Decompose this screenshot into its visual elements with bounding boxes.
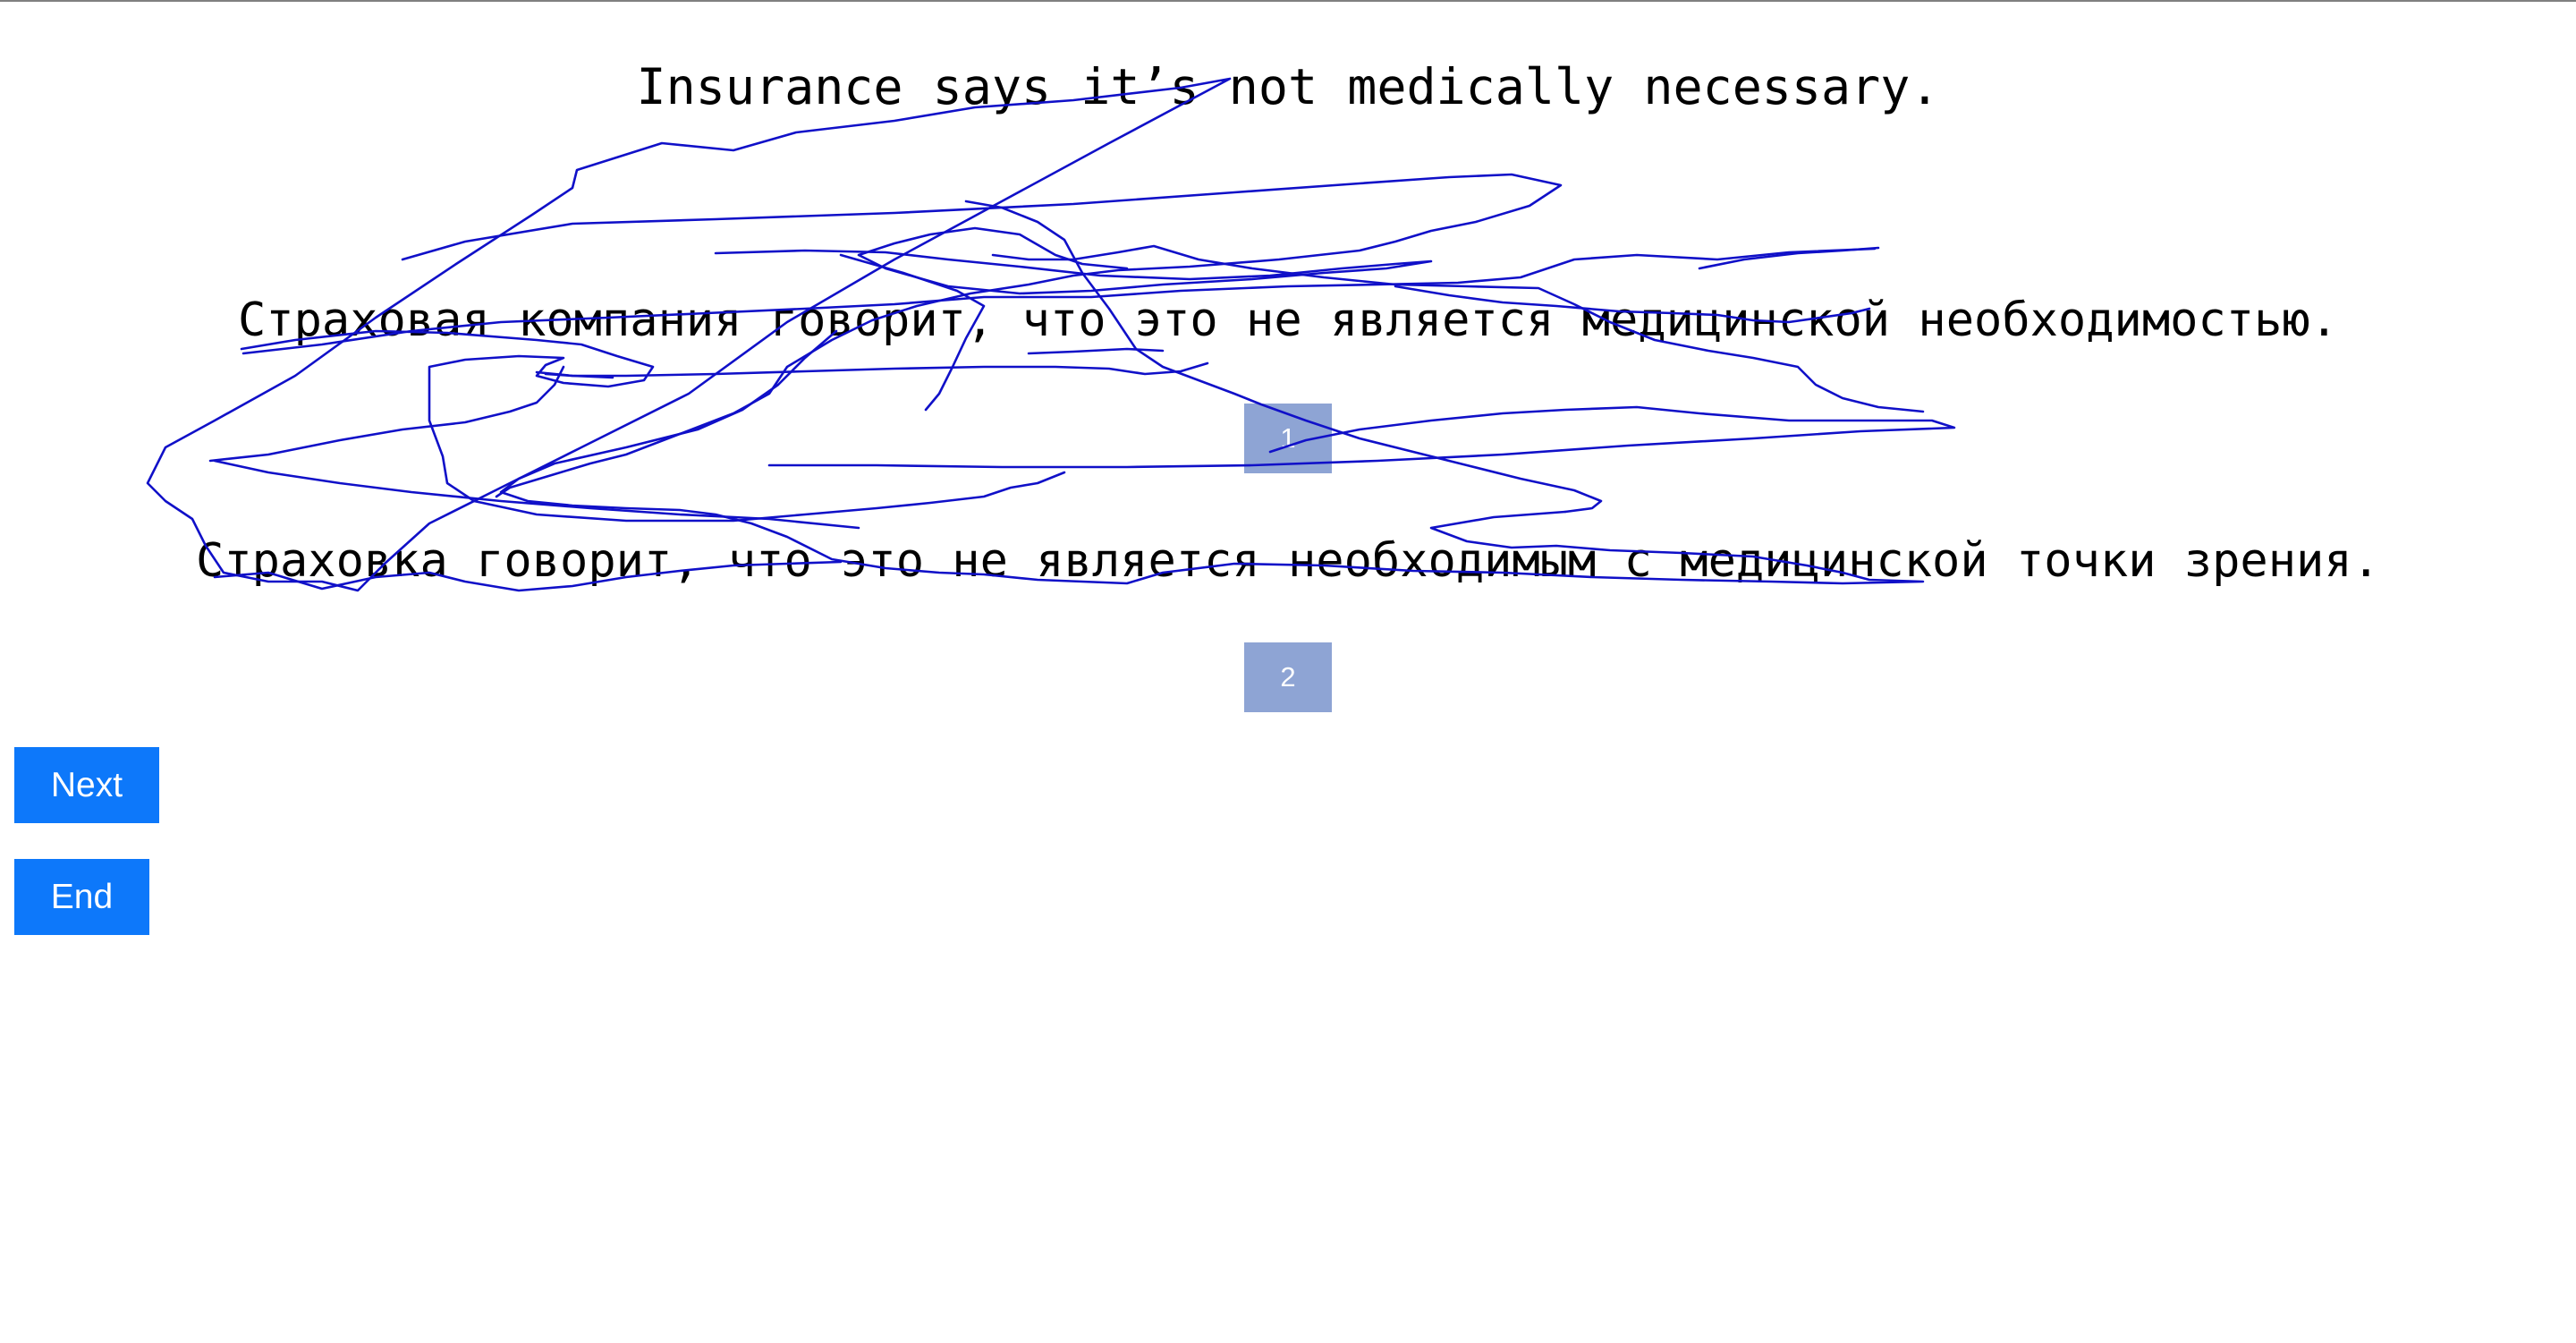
choice-button-2[interactable]: 2 xyxy=(1244,642,1332,712)
scribble-stroke xyxy=(714,226,1433,295)
choice-button-1[interactable]: 1 xyxy=(1244,404,1332,473)
end-button[interactable]: End xyxy=(14,859,149,935)
translation-option-2: Страховка говорит, что это не является н… xyxy=(196,534,2380,588)
scribble-stroke xyxy=(767,405,1956,469)
translation-option-1: Страховая компания говорит, что это не я… xyxy=(238,293,2338,347)
scribble-stroke xyxy=(544,361,1209,378)
scribble-stroke xyxy=(240,329,1066,523)
top-border xyxy=(0,0,2576,2)
scribble-stroke xyxy=(1698,246,1880,270)
scribble-stroke xyxy=(213,459,860,530)
next-button[interactable]: Next xyxy=(14,747,159,823)
scribble-stroke xyxy=(535,370,614,379)
scribble-stroke xyxy=(208,365,565,463)
source-sentence: Insurance says it’s not medically necess… xyxy=(636,58,1940,115)
